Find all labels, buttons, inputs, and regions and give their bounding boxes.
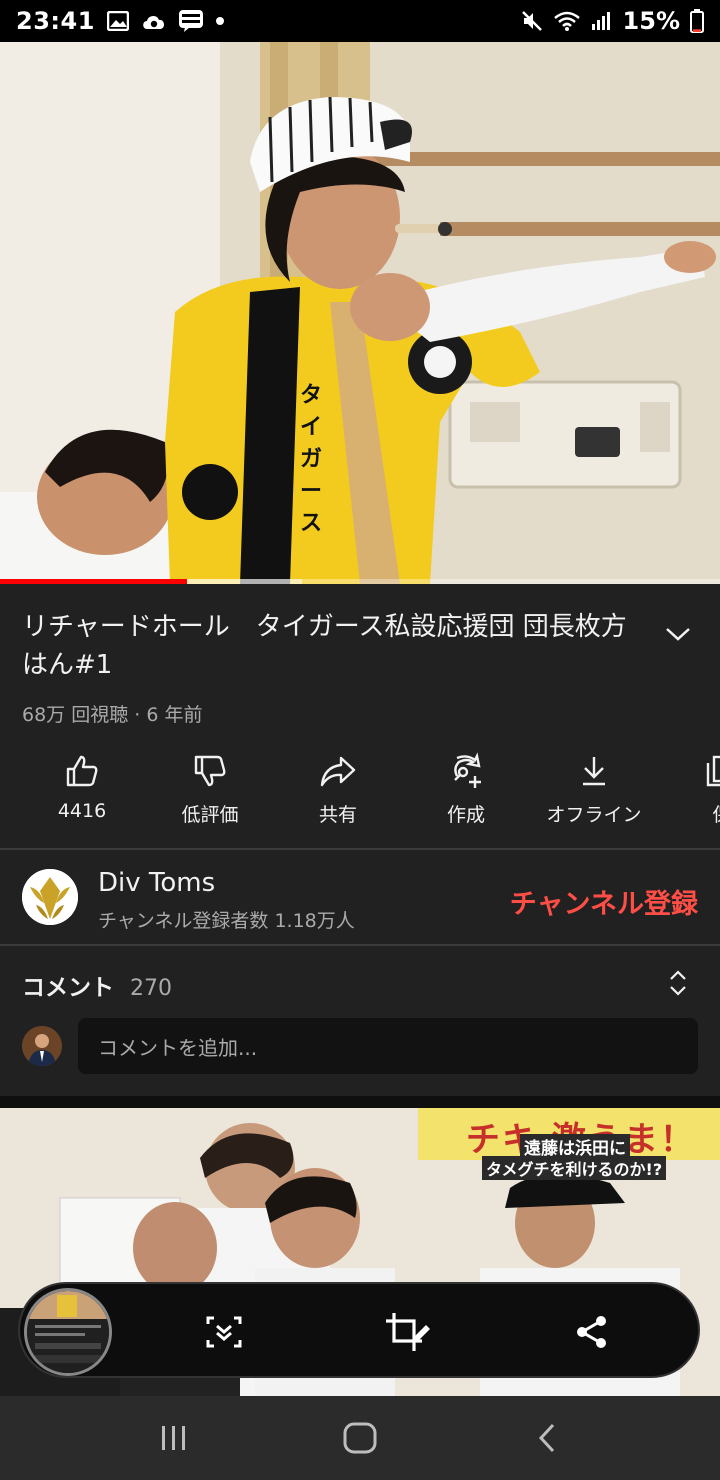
add-comment-input[interactable]: コメントを追加... [78, 1018, 698, 1074]
video-player[interactable]: タ イ ガ ー ス [0, 42, 720, 584]
video-title-block[interactable]: リチャードホール タイガース私設応援団 団長枚方はん#1 [22, 608, 632, 684]
battery-icon [690, 9, 704, 33]
svg-text:タ: タ [300, 383, 322, 408]
section-gap [0, 1096, 720, 1108]
scroll-capture-icon [206, 1316, 242, 1348]
recent-apps-icon [162, 1426, 185, 1450]
crop-edit-icon [386, 1313, 430, 1351]
recent-apps-button[interactable] [144, 1418, 204, 1458]
dot-icon [215, 16, 225, 26]
video-meta: 68万 回視聴 · 6 年前 [22, 704, 203, 726]
dislike-button[interactable]: 低評価 [146, 748, 274, 838]
thumbs-up-icon [64, 748, 100, 794]
status-time: 23:41 [16, 7, 95, 35]
chevron-down-icon [666, 628, 690, 641]
crop-edit-button[interactable] [384, 1308, 432, 1356]
save-label: 保 [712, 800, 720, 827]
create-button[interactable]: 作成 [402, 748, 530, 838]
create-label: 作成 [446, 804, 485, 826]
download-icon [579, 748, 609, 794]
share-icon [577, 1316, 606, 1348]
comments-count: 270 [130, 976, 172, 1001]
svg-text:イ: イ [300, 415, 322, 440]
screenshot-preview[interactable] [24, 1288, 112, 1376]
screenshot-thumbnail [27, 1291, 109, 1373]
channel-avatar[interactable] [22, 869, 78, 925]
like-button[interactable]: 4416 [18, 748, 146, 838]
svg-text:ガ: ガ [300, 447, 322, 472]
share-arrow-icon [319, 748, 357, 794]
line-manga-icon [178, 10, 203, 32]
comments-section[interactable]: コメント 270 コメントを追加... [0, 948, 720, 1096]
dislike-label: 低評価 [181, 804, 239, 826]
divider [0, 944, 720, 946]
mute-icon [521, 10, 543, 32]
home-icon [343, 1422, 377, 1454]
channel-name[interactable]: Div Toms [98, 868, 215, 898]
back-button[interactable] [518, 1418, 578, 1458]
home-button[interactable] [330, 1418, 390, 1458]
user-avatar [22, 1026, 62, 1066]
divider [0, 848, 720, 850]
offline-button[interactable]: オフライン [530, 748, 658, 838]
user-avatar-image [22, 1026, 62, 1066]
video-title: リチャードホール タイガース私設応援団 団長枚方はん#1 [22, 612, 627, 680]
comments-header: コメント 270 [22, 968, 172, 1002]
back-icon [538, 1423, 555, 1453]
share-button[interactable]: 共有 [274, 748, 402, 838]
create-remix-icon [447, 748, 485, 794]
like-count: 4416 [57, 800, 107, 822]
signal-icon [591, 11, 613, 31]
video-frame: タ イ ガ ー ス [0, 42, 720, 584]
cloud-sync-icon [141, 11, 167, 31]
wifi-icon [553, 10, 581, 32]
comments-label: コメント [22, 975, 114, 1001]
share-screenshot-button[interactable] [568, 1308, 616, 1356]
expand-description-button[interactable] [660, 620, 696, 648]
scroll-capture-button[interactable] [200, 1308, 248, 1356]
comments-expand-button[interactable] [666, 968, 690, 998]
subscribe-button[interactable]: チャンネル登録 [510, 882, 698, 921]
channel-logo-icon [22, 869, 78, 925]
channel-row[interactable]: Div Toms チャンネル登録者数 1.18万人 チャンネル登録 [0, 852, 720, 944]
battery-percent: 15% [622, 7, 680, 35]
system-nav-bar [0, 1396, 720, 1480]
svg-text:ー: ー [300, 479, 322, 504]
save-playlist-icon [704, 748, 720, 794]
progress-played [0, 579, 188, 584]
offline-label: オフライン [546, 804, 642, 826]
action-bar: 4416 低評価 共有 作成 オフライン 保 [0, 748, 720, 838]
svg-text:ス: ス [300, 511, 322, 536]
status-bar: 23:41 15% [0, 0, 720, 42]
screenshot-toolbar [18, 1282, 700, 1378]
save-button[interactable]: 保 [658, 748, 720, 838]
subscriber-count: チャンネル登録者数 1.18万人 [98, 910, 355, 932]
gallery-icon [106, 11, 129, 31]
unfold-icon [670, 970, 686, 996]
thumbs-down-icon [192, 748, 228, 794]
progress-bar[interactable] [0, 579, 720, 584]
share-label: 共有 [318, 804, 357, 826]
next-caption-line2: タメグチを利けるのか!? [482, 1156, 667, 1180]
